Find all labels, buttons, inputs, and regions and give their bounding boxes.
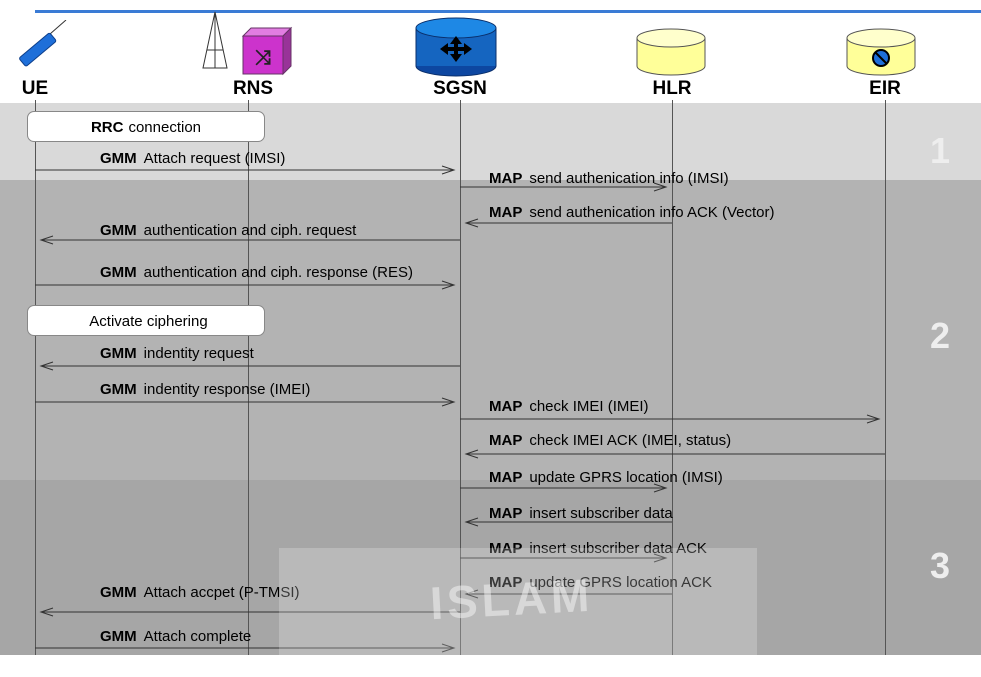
message-arrow-4 (39, 235, 460, 245)
message-arrow-6 (39, 361, 460, 371)
message-arrow-8 (460, 414, 881, 424)
message-arrow-7 (35, 397, 456, 407)
message-arrow-2 (460, 182, 668, 192)
message-arrow-10 (460, 483, 668, 493)
message-arrow-3 (464, 218, 672, 228)
sequence-diagram: 1 2 3 ⤨ UE RNS SGSN HLR EIR RRC connecti… (0, 0, 981, 677)
watermark-logo-text: ISLAM (428, 568, 595, 630)
message-arrow-1 (35, 165, 456, 175)
message-arrow-9 (464, 449, 885, 459)
bottom-margin (0, 655, 981, 677)
message-arrow-11 (464, 517, 672, 527)
message-arrow-5 (35, 280, 456, 290)
